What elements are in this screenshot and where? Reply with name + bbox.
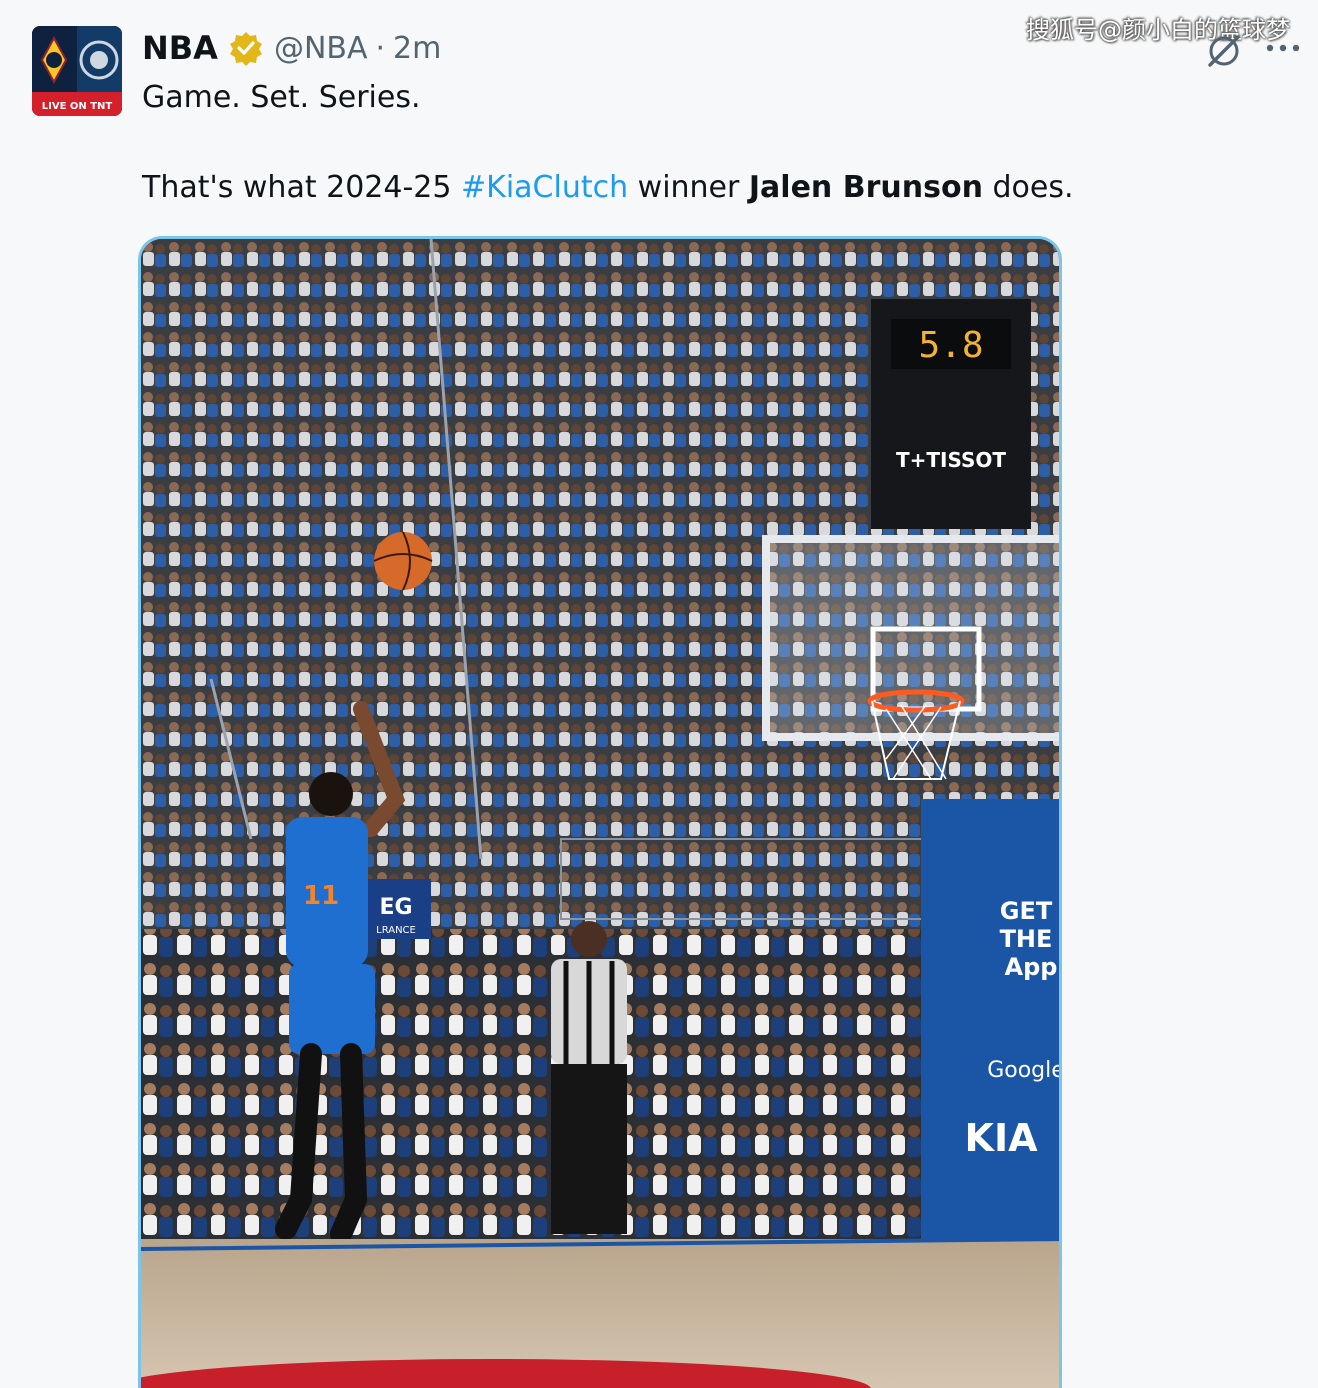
sign-text-2: LRANCE bbox=[376, 925, 416, 936]
tweet-text-part: That's what 2024-25 bbox=[142, 170, 462, 205]
tweet-text-part: does. bbox=[982, 170, 1074, 205]
author-name[interactable]: NBA bbox=[142, 29, 218, 67]
dot-separator: · bbox=[375, 30, 386, 66]
tweet-text-line2: That's what 2024-25 #KiaClutch winner Ja… bbox=[142, 170, 1074, 205]
tissot-logo: T+TISSOT bbox=[896, 448, 1006, 472]
stanchion-text-app: App bbox=[1005, 953, 1058, 981]
watermark: 搜狐号@颜小白的篮球梦 bbox=[1026, 16, 1290, 44]
stanchion-text-get: GET bbox=[1000, 897, 1053, 925]
tweet-photo[interactable]: 5.8 T+TISSOT GET THE App Google KIA EG L… bbox=[138, 236, 1062, 1388]
timestamp[interactable]: 2m bbox=[393, 31, 441, 66]
stanchion-text-the: THE bbox=[1000, 925, 1053, 953]
hashtag-link[interactable]: #KiaClutch bbox=[461, 170, 628, 205]
more-icon[interactable] bbox=[1262, 36, 1304, 60]
avatar-badge-text: LIVE ON TNT bbox=[42, 101, 113, 112]
nuggets-tnt-logo: LIVE ON TNT bbox=[32, 26, 122, 116]
author-handle[interactable]: @NBA bbox=[274, 31, 368, 66]
jersey-number: 11 bbox=[303, 881, 339, 911]
tweet-text-part: winner bbox=[628, 170, 749, 205]
game-photo-illustration: 5.8 T+TISSOT GET THE App Google KIA EG L… bbox=[141, 239, 1062, 1388]
stanchion-google: Google bbox=[987, 1058, 1062, 1083]
sign-text: EG bbox=[379, 895, 412, 920]
avatar[interactable]: LIVE ON TNT bbox=[32, 26, 122, 116]
grok-icon[interactable] bbox=[1204, 34, 1244, 68]
tweet-text-line1: Game. Set. Series. bbox=[142, 80, 421, 115]
stanchion-kia: KIA bbox=[965, 1116, 1039, 1160]
tweet-header: NBA @NBA · 2m bbox=[142, 24, 441, 72]
shot-clock: 5.8 bbox=[918, 325, 983, 366]
player-name: Jalen Brunson bbox=[748, 170, 983, 205]
verified-badge-icon bbox=[229, 32, 262, 66]
